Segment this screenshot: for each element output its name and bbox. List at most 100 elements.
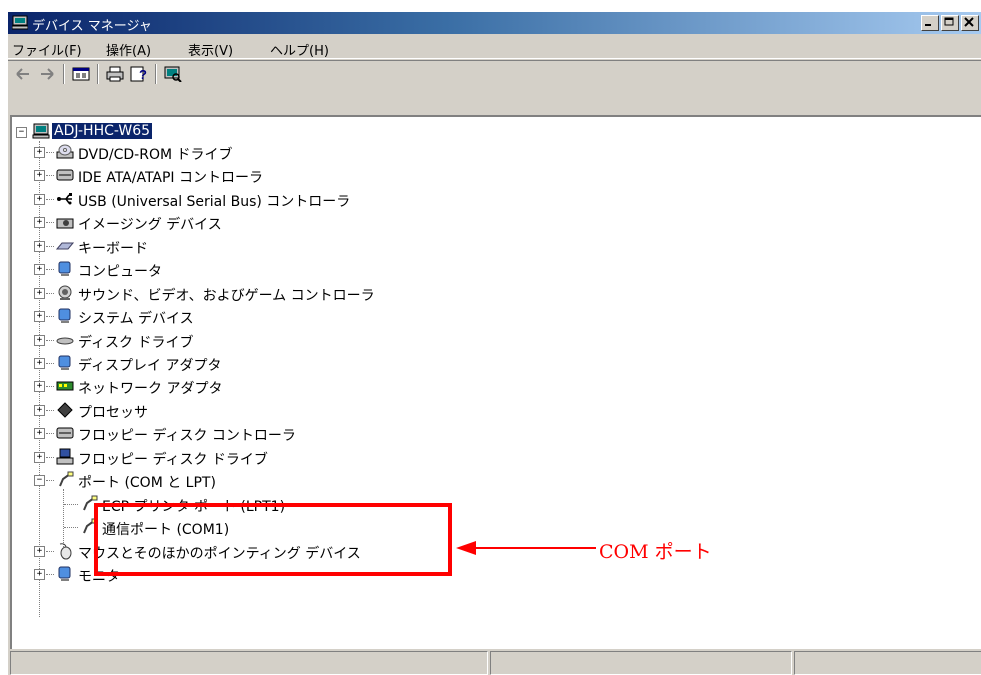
tree-item-label: フロッピー ディスク コントローラ [78, 428, 296, 444]
expand-icon[interactable]: + [34, 147, 45, 158]
close-icon[interactable] [961, 15, 979, 31]
tree-item-ports[interactable]: − ポート (COM と LPT) [12, 469, 432, 491]
dvd-drive-icon [56, 144, 74, 159]
scan-hardware-icon[interactable] [164, 66, 182, 82]
menu-help[interactable]: ヘルプ(H) [270, 40, 329, 59]
tree-item-sound[interactable]: + サウンド、ビデオ、およびゲーム コントローラ [12, 282, 472, 304]
tree-connector [46, 293, 54, 294]
svg-text:?: ? [139, 67, 147, 82]
expand-icon[interactable]: + [34, 241, 45, 252]
expand-icon[interactable]: + [34, 217, 45, 228]
camera-icon [56, 218, 74, 229]
annotation-arrow-icon [456, 541, 596, 555]
tree-item-floppy-controller[interactable]: + フロッピー ディスク コントローラ [12, 422, 432, 444]
menu-action[interactable]: 操作(A) [106, 40, 151, 59]
print-icon[interactable] [106, 66, 124, 82]
help-icon[interactable]: ? [130, 66, 148, 82]
expand-icon[interactable]: + [34, 358, 45, 369]
tree-item-imaging[interactable]: + イメージング デバイス [12, 211, 432, 233]
tree-root-label[interactable]: ADJ-HHC-W65 [52, 123, 153, 139]
tree-item-label: ディスプレイ アダプタ [78, 358, 222, 374]
toolbar-separator [97, 64, 99, 84]
collapse-icon[interactable]: − [16, 127, 27, 138]
status-panel [10, 651, 488, 675]
computer-icon [32, 123, 50, 139]
com-port-highlight [94, 503, 452, 576]
tree-item-processor[interactable]: + プロセッサ [12, 399, 432, 421]
expand-icon[interactable]: + [34, 194, 45, 205]
tree-connector [46, 316, 54, 317]
tree-item-label: イメージング デバイス [78, 217, 222, 233]
mouse-icon [59, 543, 72, 560]
expand-icon[interactable]: + [34, 170, 45, 181]
status-panel [794, 651, 981, 675]
status-panel [490, 651, 792, 675]
system-device-icon [58, 308, 71, 323]
tree-item-label: フロッピー ディスク ドライブ [78, 452, 268, 468]
window-title: デバイス マネージャ [32, 19, 152, 34]
menu-bar: ファイル(F) 操作(A) 表示(V) ヘルプ(H) [8, 36, 981, 59]
tree-item-system[interactable]: + システム デバイス [12, 305, 432, 327]
window-controls [921, 15, 981, 31]
tree-item-floppy-drive[interactable]: + フロッピー ディスク ドライブ [12, 446, 432, 468]
expand-icon[interactable]: + [34, 405, 45, 416]
display-adapter-icon [58, 355, 71, 370]
tree-item-dvd[interactable]: + DVD/CD-ROM ドライブ [12, 141, 432, 163]
tree-connector [46, 363, 54, 364]
tree-connector [46, 340, 54, 341]
tree-root[interactable]: − ADJ-HHC-W65 [12, 121, 412, 143]
forward-arrow-icon[interactable] [38, 66, 56, 82]
expand-icon[interactable]: + [34, 569, 45, 580]
tree-connector [46, 222, 54, 223]
tree-connector [46, 246, 54, 247]
expand-icon[interactable]: + [34, 335, 45, 346]
expand-icon[interactable]: + [34, 264, 45, 275]
tree-item-label: DVD/CD-ROM ドライブ [78, 147, 233, 163]
ide-controller-icon [56, 169, 74, 181]
tree-connector [46, 480, 54, 481]
annotation-label: COM ポート [599, 541, 712, 563]
tree-connector [46, 433, 54, 434]
tree-connector [64, 527, 78, 528]
minimize-icon[interactable] [921, 15, 939, 31]
menu-view[interactable]: 表示(V) [188, 40, 233, 59]
tree-item-label: システム デバイス [78, 311, 194, 327]
status-bar [8, 649, 981, 675]
expand-icon[interactable]: + [34, 311, 45, 322]
maximize-icon[interactable] [941, 15, 959, 31]
speaker-icon [58, 285, 72, 300]
expand-icon[interactable]: + [34, 452, 45, 463]
tree-connector [46, 410, 54, 411]
tree-connector [46, 551, 54, 552]
tree-item-network[interactable]: + ネットワーク アダプタ [12, 375, 432, 397]
menu-file[interactable]: ファイル(F) [12, 40, 82, 59]
expand-icon[interactable]: + [34, 288, 45, 299]
properties-icon[interactable] [72, 66, 90, 82]
tree-item-label: キーボード [78, 241, 148, 257]
toolbar-separator [155, 64, 157, 84]
monitor-icon [58, 261, 71, 276]
tree-item-label: IDE ATA/ATAPI コントローラ [78, 170, 264, 186]
collapse-icon[interactable]: − [34, 475, 45, 486]
back-arrow-icon[interactable] [14, 66, 32, 82]
tree-item-disk[interactable]: + ディスク ドライブ [12, 329, 432, 351]
expand-icon[interactable]: + [34, 428, 45, 439]
expand-icon[interactable]: + [34, 546, 45, 557]
title-bar[interactable]: デバイス マネージャ [8, 12, 981, 34]
tree-item-usb[interactable]: + USB (Universal Serial Bus) コントローラ [12, 188, 472, 210]
tree-item-label: サウンド、ビデオ、およびゲーム コントローラ [78, 288, 375, 304]
tree-item-label: ネットワーク アダプタ [78, 381, 223, 397]
tree-item-label: ポート (COM と LPT) [78, 475, 216, 491]
tree-item-label: コンピュータ [78, 264, 162, 280]
tree-item-keyboard[interactable]: + キーボード [12, 235, 432, 257]
toolbar-separator [63, 64, 65, 84]
floppy-controller-icon [56, 427, 74, 439]
tree-item-display[interactable]: + ディスプレイ アダプタ [12, 352, 432, 374]
tree-item-computer[interactable]: + コンピュータ [12, 258, 432, 280]
tree-connector [46, 175, 54, 176]
keyboard-icon [56, 242, 74, 250]
floppy-drive-icon [56, 448, 74, 465]
expand-icon[interactable]: + [34, 381, 45, 392]
tree-connector [46, 152, 54, 153]
tree-item-ide[interactable]: + IDE ATA/ATAPI コントローラ [12, 164, 432, 186]
